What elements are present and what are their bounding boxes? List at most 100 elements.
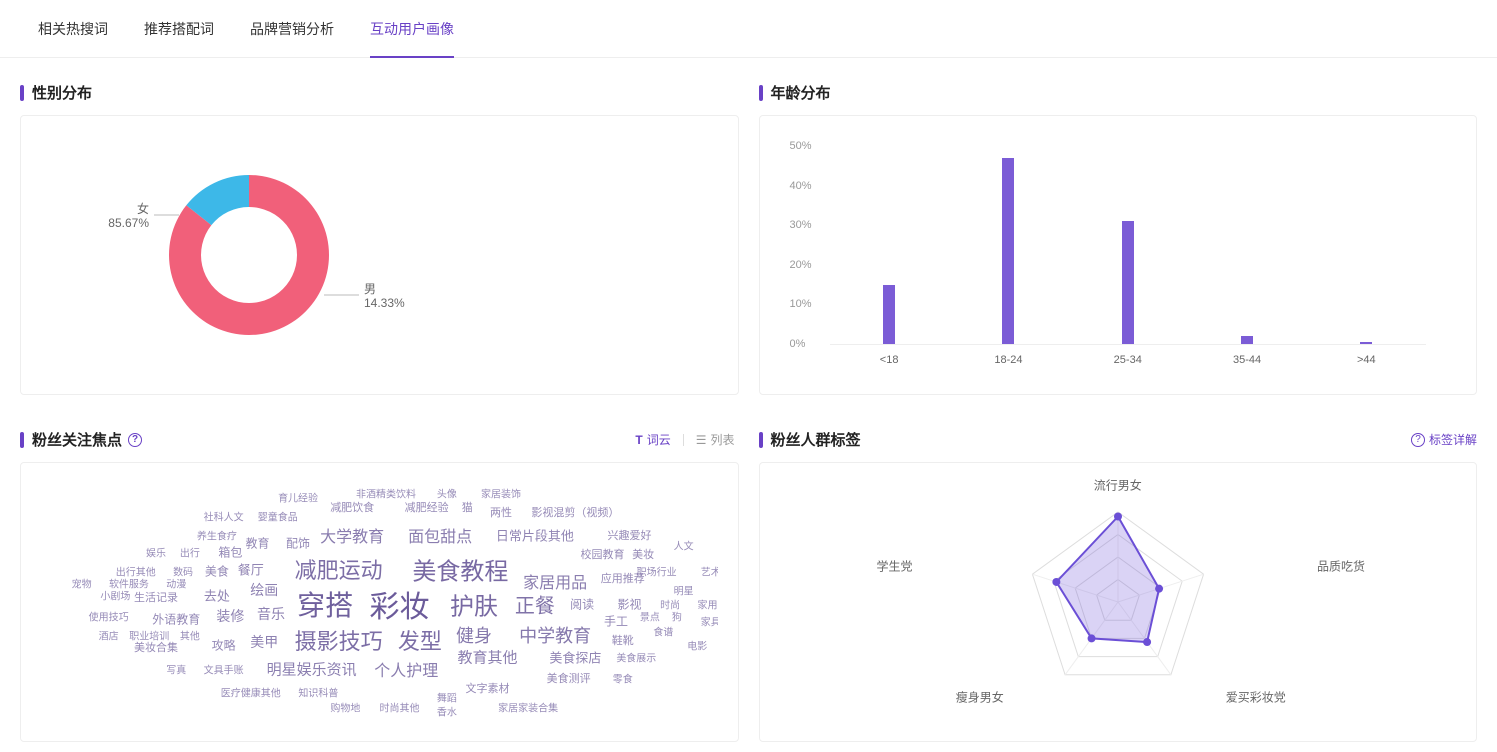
bar-<18[interactable] bbox=[883, 285, 895, 344]
word-校园教育[interactable]: 校园教育 bbox=[580, 546, 624, 562]
word-家用电器[interactable]: 家用电器 bbox=[698, 597, 718, 612]
word-婴童食品[interactable]: 婴童食品 bbox=[258, 509, 298, 524]
word-大学教育[interactable]: 大学教育 bbox=[320, 523, 384, 547]
word-时尚[interactable]: 时尚 bbox=[660, 597, 680, 612]
word-装修[interactable]: 装修 bbox=[216, 606, 244, 626]
help-icon[interactable]: ? bbox=[128, 433, 142, 447]
word-影视[interactable]: 影视 bbox=[618, 596, 642, 613]
list-view-button[interactable]: ☰ 列表 bbox=[692, 429, 739, 450]
word-美食测评[interactable]: 美食测评 bbox=[547, 670, 591, 686]
word-动漫[interactable]: 动漫 bbox=[166, 575, 186, 590]
word-酒店[interactable]: 酒店 bbox=[99, 628, 119, 643]
word-兴趣爱好[interactable]: 兴趣爱好 bbox=[608, 527, 652, 543]
word-个人护理[interactable]: 个人护理 bbox=[374, 657, 438, 681]
word-家居用品[interactable]: 家居用品 bbox=[523, 569, 587, 593]
word-日常片段其他[interactable]: 日常片段其他 bbox=[496, 526, 574, 545]
word-减肥饮食[interactable]: 减肥饮食 bbox=[330, 499, 374, 515]
bar-35-44[interactable] bbox=[1241, 336, 1253, 344]
word-食谱[interactable]: 食谱 bbox=[653, 623, 673, 638]
word-艺术[interactable]: 艺术 bbox=[701, 564, 718, 579]
word-猫[interactable]: 猫 bbox=[462, 499, 473, 515]
word-宠物[interactable]: 宠物 bbox=[72, 575, 92, 590]
word-零食[interactable]: 零食 bbox=[613, 671, 633, 686]
word-育儿经验[interactable]: 育儿经验 bbox=[278, 490, 318, 505]
word-香水[interactable]: 香水 bbox=[437, 704, 457, 719]
word-电影[interactable]: 电影 bbox=[687, 637, 707, 652]
word-去处[interactable]: 去处 bbox=[204, 585, 230, 604]
word-头像[interactable]: 头像 bbox=[437, 485, 457, 500]
word-人文[interactable]: 人文 bbox=[674, 537, 694, 552]
word-职业培训[interactable]: 职业培训 bbox=[129, 628, 169, 643]
word-中学教育[interactable]: 中学教育 bbox=[519, 622, 591, 648]
word-减肥运动[interactable]: 减肥运动 bbox=[295, 553, 383, 585]
word-出行[interactable]: 出行 bbox=[180, 545, 200, 560]
word-教育其他[interactable]: 教育其他 bbox=[457, 646, 517, 667]
word-文字素材[interactable]: 文字素材 bbox=[465, 680, 509, 696]
word-软件服务[interactable]: 软件服务 bbox=[109, 575, 149, 590]
word-餐厅[interactable]: 餐厅 bbox=[238, 559, 264, 578]
bar-18-24[interactable] bbox=[1002, 158, 1014, 344]
tab-0[interactable]: 相关热搜词 bbox=[20, 0, 126, 58]
word-明星娱乐资讯[interactable]: 明星娱乐资讯 bbox=[267, 658, 357, 679]
tags-title: 粉丝人群标签 bbox=[759, 429, 861, 450]
word-美甲[interactable]: 美甲 bbox=[250, 632, 278, 652]
word-使用技巧[interactable]: 使用技巧 bbox=[89, 609, 129, 624]
svg-text:男: 男 bbox=[364, 282, 376, 296]
word-两性[interactable]: 两性 bbox=[490, 504, 512, 520]
word-减肥经验[interactable]: 减肥经验 bbox=[405, 499, 449, 515]
word-其他[interactable]: 其他 bbox=[180, 628, 200, 643]
gender-chart-card: 女85.67%男14.33% bbox=[20, 115, 739, 395]
word-配饰[interactable]: 配饰 bbox=[286, 534, 310, 551]
word-舞蹈[interactable]: 舞蹈 bbox=[437, 690, 457, 705]
tags-detail-link[interactable]: ? 标签详解 bbox=[1405, 431, 1477, 448]
word-美食教程[interactable]: 美食教程 bbox=[412, 551, 508, 586]
word-景点[interactable]: 景点 bbox=[640, 609, 660, 624]
word-攻略[interactable]: 攻略 bbox=[212, 636, 236, 653]
word-影视混剪（视频）[interactable]: 影视混剪（视频） bbox=[531, 504, 619, 520]
word-美食[interactable]: 美食 bbox=[205, 563, 229, 580]
word-美食探店[interactable]: 美食探店 bbox=[549, 647, 601, 666]
word-购物地[interactable]: 购物地 bbox=[330, 699, 360, 714]
word-家居装饰[interactable]: 家居装饰 bbox=[481, 485, 521, 500]
word-生活记录[interactable]: 生活记录 bbox=[134, 589, 178, 605]
word-美食展示[interactable]: 美食展示 bbox=[616, 649, 656, 664]
word-养生食疗[interactable]: 养生食疗 bbox=[197, 528, 237, 543]
word-鞋靴[interactable]: 鞋靴 bbox=[612, 632, 634, 648]
word-非酒精类饮料[interactable]: 非酒精类饮料 bbox=[356, 485, 416, 500]
word-医疗健康其他[interactable]: 医疗健康其他 bbox=[221, 685, 281, 700]
word-手工[interactable]: 手工 bbox=[604, 613, 628, 630]
word-正餐[interactable]: 正餐 bbox=[515, 590, 555, 619]
word-时尚其他[interactable]: 时尚其他 bbox=[380, 699, 420, 714]
svg-text:14.33%: 14.33% bbox=[364, 296, 405, 310]
word-外语教育[interactable]: 外语教育 bbox=[152, 610, 200, 627]
word-家居家装合集[interactable]: 家居家装合集 bbox=[498, 699, 558, 714]
word-社科人文[interactable]: 社科人文 bbox=[204, 509, 244, 524]
tab-3[interactable]: 互动用户画像 bbox=[352, 0, 472, 58]
word-护肤[interactable]: 护肤 bbox=[450, 587, 498, 622]
word-娱乐[interactable]: 娱乐 bbox=[146, 545, 166, 560]
wordcloud-view-button[interactable]: T 词云 bbox=[631, 429, 674, 450]
word-音乐[interactable]: 音乐 bbox=[257, 604, 285, 624]
word-彩妆[interactable]: 彩妆 bbox=[370, 582, 430, 626]
word-家具[interactable]: 家具 bbox=[701, 614, 718, 629]
word-教育[interactable]: 教育 bbox=[245, 534, 269, 551]
word-明星[interactable]: 明星 bbox=[674, 583, 694, 598]
word-发型[interactable]: 发型 bbox=[398, 624, 442, 656]
word-穿搭[interactable]: 穿搭 bbox=[297, 584, 353, 624]
bar->44[interactable] bbox=[1360, 342, 1372, 344]
word-箱包[interactable]: 箱包 bbox=[218, 544, 242, 561]
word-文具手账[interactable]: 文具手账 bbox=[204, 661, 244, 676]
word-职场行业[interactable]: 职场行业 bbox=[637, 564, 677, 579]
tab-1[interactable]: 推荐搭配词 bbox=[126, 0, 232, 58]
word-面包甜点[interactable]: 面包甜点 bbox=[408, 523, 472, 547]
word-摄影技巧[interactable]: 摄影技巧 bbox=[295, 624, 383, 656]
word-阅读[interactable]: 阅读 bbox=[570, 596, 594, 613]
xtick: 18-24 bbox=[994, 354, 1022, 366]
word-写真[interactable]: 写真 bbox=[166, 661, 186, 676]
word-美妆[interactable]: 美妆 bbox=[632, 546, 654, 562]
word-绘画[interactable]: 绘画 bbox=[250, 580, 278, 600]
word-健身[interactable]: 健身 bbox=[456, 622, 492, 648]
tab-2[interactable]: 品牌营销分析 bbox=[232, 0, 352, 58]
word-知识科普[interactable]: 知识科普 bbox=[298, 685, 338, 700]
bar-25-34[interactable] bbox=[1122, 221, 1134, 344]
